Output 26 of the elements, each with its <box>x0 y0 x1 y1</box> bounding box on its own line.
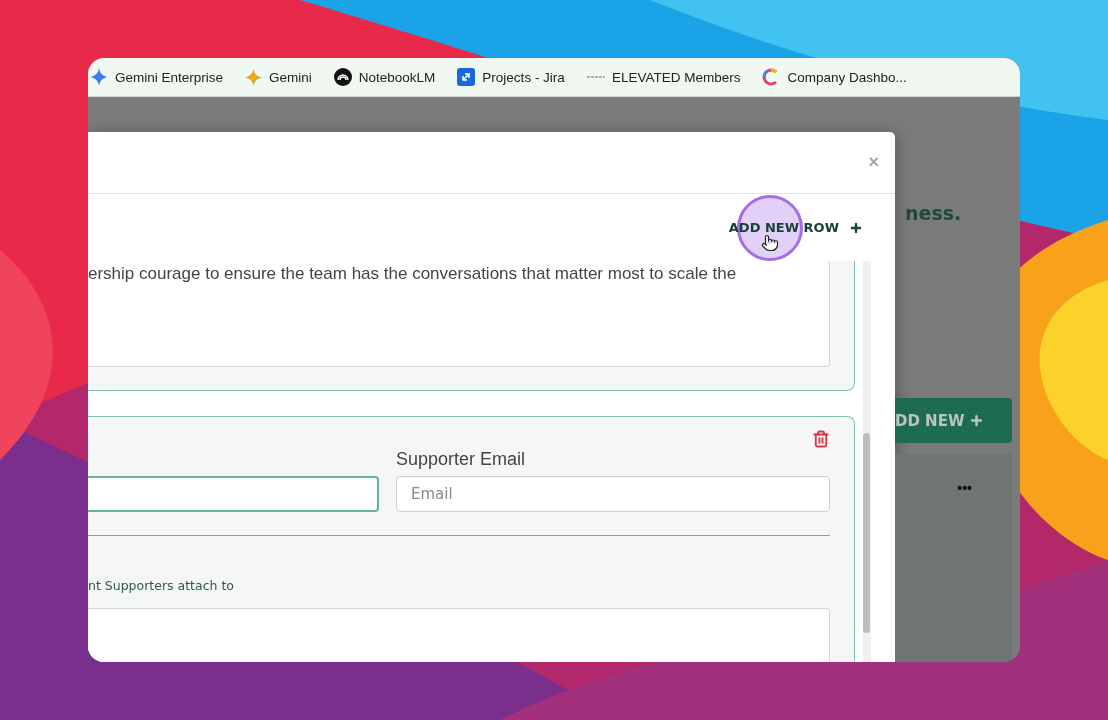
bookmark-link[interactable]: ELEVATED Members <box>586 69 741 85</box>
name-input[interactable] <box>88 476 379 512</box>
trash-icon[interactable] <box>812 430 830 448</box>
scrollbar[interactable] <box>863 261 871 662</box>
bookmark-link[interactable]: Company Dashbo... <box>762 68 907 86</box>
more-button[interactable]: ••• <box>957 480 972 496</box>
plus-icon <box>969 413 985 428</box>
plus-icon <box>849 220 863 235</box>
attach-textarea[interactable] <box>88 608 830 662</box>
bookmark-link[interactable]: NotebookLM <box>333 68 436 86</box>
statement-textarea[interactable]: ership courage to ensure the team has the conversations that matter most to scale the <box>88 261 830 367</box>
field-label: nt Supporters attach to <box>88 578 235 594</box>
bookmark-link[interactable]: Projects - Jira <box>457 68 565 86</box>
pointer-icon <box>761 234 779 252</box>
page-heading: ness. <box>904 202 963 224</box>
jira-icon <box>457 68 476 86</box>
field-label: Supporter Email <box>396 448 527 470</box>
bookmark-link[interactable]: Gemini Enterprise <box>90 68 224 86</box>
add-new-button[interactable]: DD NEW <box>895 398 1012 443</box>
notebook-icon <box>333 68 352 86</box>
add-new-row-button[interactable]: ADD NEW ROW <box>728 220 863 235</box>
bookmark-link[interactable]: Gemini <box>245 68 312 86</box>
dash-icon <box>586 74 605 80</box>
email-input[interactable]: Email <box>396 476 830 512</box>
sparkle-icon <box>245 68 263 86</box>
sparkle-icon <box>90 68 108 86</box>
